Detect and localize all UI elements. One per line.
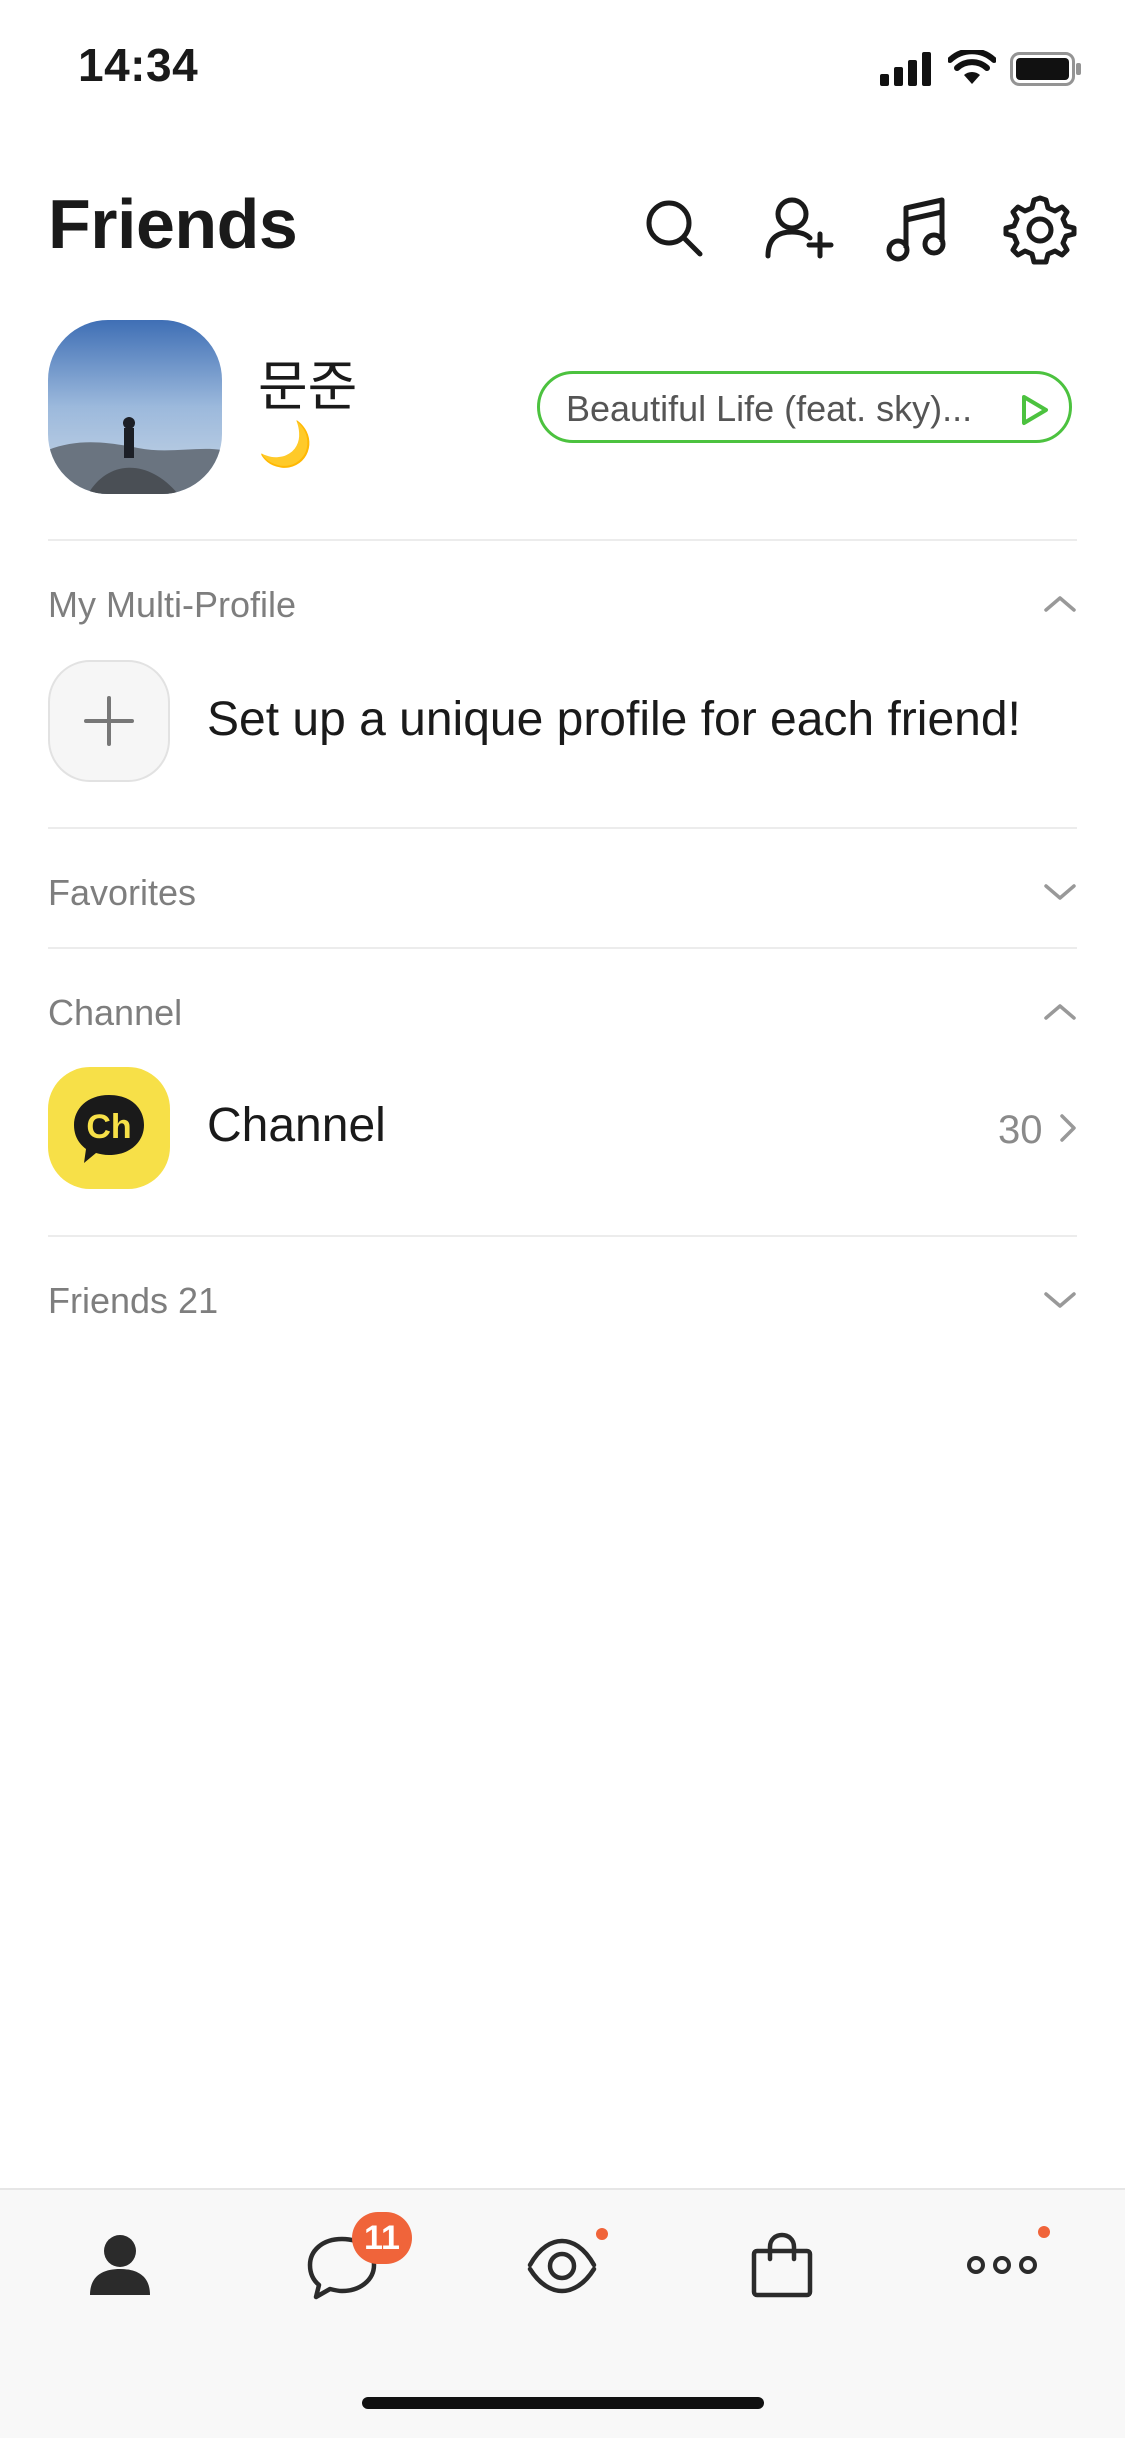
status-time: 14:34 xyxy=(78,39,199,91)
channel-logo-icon[interactable]: Ch xyxy=(48,1067,170,1189)
chevron-down-icon[interactable] xyxy=(1040,1288,1080,1312)
chevron-up-icon[interactable] xyxy=(1040,592,1080,616)
section-favorites-label[interactable]: Favorites xyxy=(48,872,196,914)
chevron-down-icon[interactable] xyxy=(1040,880,1080,904)
chevron-up-icon[interactable] xyxy=(1040,1000,1080,1024)
play-icon xyxy=(1022,395,1048,425)
chevron-right-icon[interactable] xyxy=(1058,1112,1078,1144)
section-friends-label[interactable]: Friends 21 xyxy=(48,1280,218,1322)
profile-music-button[interactable]: Beautiful Life (feat. sky)... xyxy=(537,371,1072,443)
music-icon[interactable] xyxy=(880,190,956,266)
profile-name: 문준 xyxy=(258,357,358,417)
divider xyxy=(48,947,1077,949)
cellular-signal-icon xyxy=(880,52,931,86)
chat-unread-badge: 11 xyxy=(352,2212,412,2264)
section-channel-label: Channel xyxy=(48,992,183,1033)
divider xyxy=(48,539,1077,541)
channel-logo-text: Ch xyxy=(86,1108,131,1146)
search-icon[interactable] xyxy=(636,190,712,266)
more-tab-icon[interactable] xyxy=(962,2225,1042,2305)
channel-count: 30 xyxy=(998,1108,1043,1152)
shopping-tab-icon[interactable] xyxy=(742,2225,822,2305)
more-notification-dot xyxy=(1038,2226,1050,2238)
plus-icon xyxy=(84,696,134,746)
multi-profile-prompt[interactable]: Set up a unique profile for each friend! xyxy=(207,692,1021,747)
avatar[interactable] xyxy=(48,320,222,494)
channel-name[interactable]: Channel xyxy=(207,1098,386,1153)
profile-music-label: Beautiful Life (feat. sky)... xyxy=(566,388,973,429)
add-multi-profile-button[interactable] xyxy=(48,660,170,782)
page-title: Friends xyxy=(48,185,298,263)
section-multi-profile-label: My Multi-Profile xyxy=(48,584,297,625)
home-indicator xyxy=(362,2397,764,2409)
wifi-icon xyxy=(948,50,996,84)
add-friend-icon[interactable] xyxy=(760,190,836,266)
divider xyxy=(48,1235,1077,1237)
friends-tab-icon[interactable] xyxy=(80,2225,160,2305)
view-notification-dot xyxy=(596,2228,608,2240)
settings-icon[interactable] xyxy=(1002,190,1078,266)
battery-icon xyxy=(1010,52,1081,86)
profile-status-message: 🌙 xyxy=(258,420,313,469)
view-tab-icon[interactable] xyxy=(522,2225,602,2305)
divider xyxy=(48,827,1077,829)
